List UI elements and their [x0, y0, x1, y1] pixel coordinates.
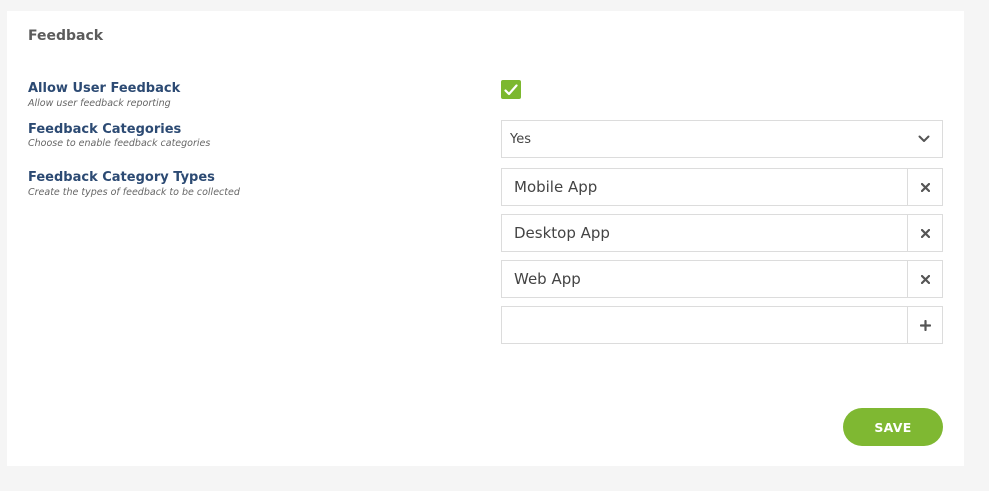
category-type-input[interactable] — [502, 261, 907, 297]
feedback-categories-label: Feedback Categories — [28, 122, 182, 137]
remove-category-type-button[interactable] — [907, 215, 942, 251]
allow-feedback-checkbox[interactable] — [501, 80, 521, 99]
check-icon — [504, 83, 518, 95]
category-type-input[interactable] — [502, 169, 907, 205]
new-category-type-input[interactable] — [502, 307, 907, 343]
close-icon — [920, 228, 930, 238]
feedback-panel: Feedback Allow User Feedback Allow user … — [7, 11, 964, 466]
save-button[interactable]: SAVE — [843, 408, 943, 446]
panel-title: Feedback — [28, 28, 104, 44]
close-icon — [920, 274, 930, 284]
category-type-row — [501, 168, 943, 206]
allow-feedback-label: Allow User Feedback — [28, 81, 181, 96]
plus-icon — [919, 319, 931, 331]
chevron-down-icon — [918, 135, 930, 142]
remove-category-type-button[interactable] — [907, 261, 942, 297]
allow-feedback-description: Allow user feedback reporting — [28, 98, 171, 109]
feedback-categories-description: Choose to enable feedback categories — [28, 138, 211, 149]
remove-category-type-button[interactable] — [907, 169, 942, 205]
select-value: Yes — [510, 131, 531, 147]
category-type-row — [501, 214, 943, 252]
feedback-categories-select[interactable]: Yes — [501, 120, 943, 158]
add-category-type-button[interactable] — [907, 307, 942, 343]
category-type-row — [501, 260, 943, 298]
feedback-category-types-label: Feedback Category Types — [28, 170, 215, 185]
close-icon — [920, 182, 930, 192]
feedback-category-types-description: Create the types of feedback to be colle… — [28, 187, 240, 198]
new-category-type-row — [501, 306, 943, 344]
category-type-input[interactable] — [502, 215, 907, 251]
